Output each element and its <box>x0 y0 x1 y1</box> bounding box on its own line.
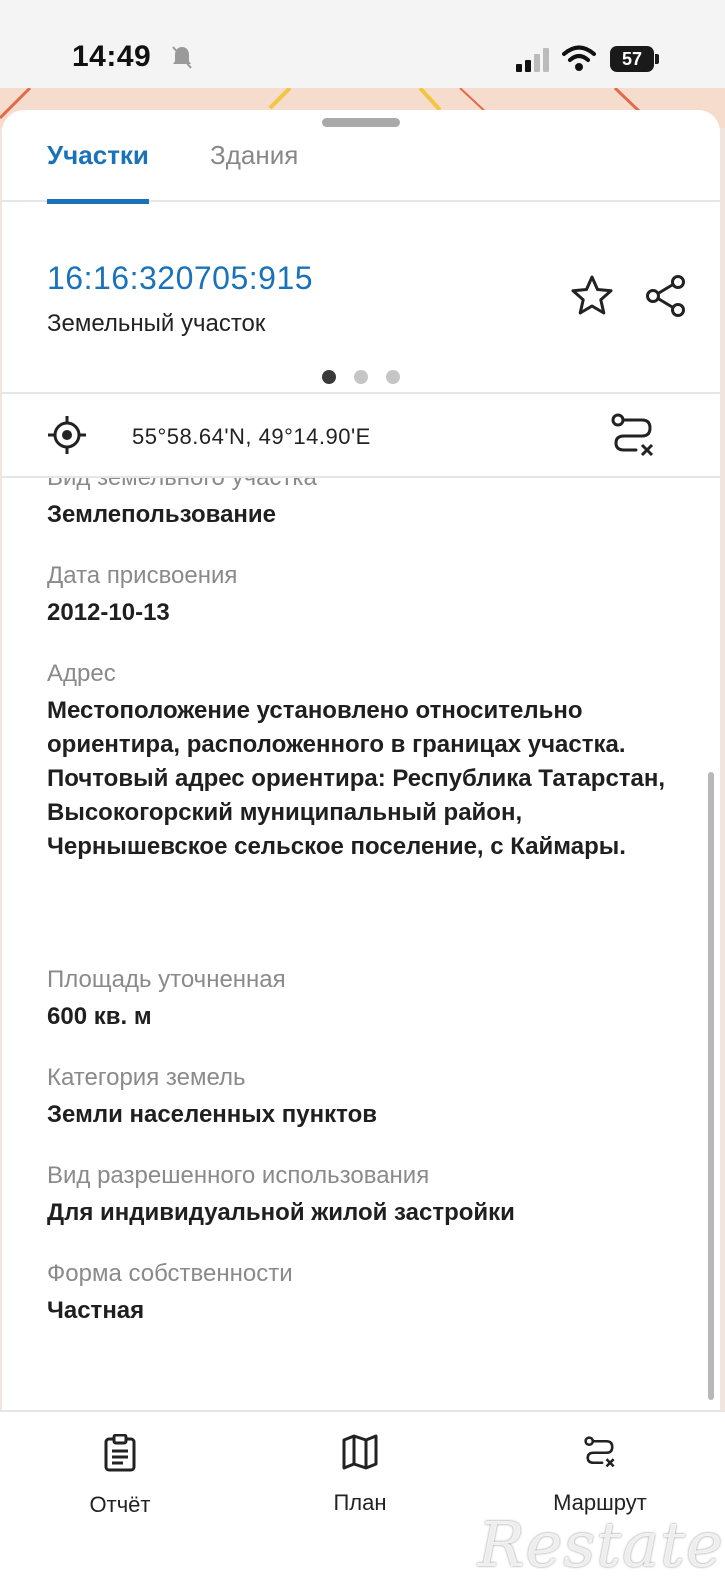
field-value: 600 кв. м <box>47 1003 152 1030</box>
battery-indicator: 57 <box>610 46 659 72</box>
field-label: Дата присвоения <box>47 562 238 589</box>
signal-icon <box>516 48 549 72</box>
parcel-header: 16:16:320705:915 Земельный участок <box>2 202 720 394</box>
field-value: Для индивидуальной жилой застройки <box>47 1199 515 1226</box>
field-land-category: Категория земель Земли населенных пункто… <box>47 1062 687 1132</box>
watermark-logo: Restate <box>478 1508 724 1580</box>
location-target-icon[interactable] <box>46 414 88 456</box>
share-icon[interactable] <box>642 272 690 320</box>
parcel-type: Земельный участок <box>47 310 266 337</box>
wifi-icon <box>562 45 596 71</box>
coordinates-text[interactable]: 55°58.64'N, 49°14.90'E <box>132 424 371 450</box>
bell-muted-icon <box>172 46 192 69</box>
tab-buildings[interactable]: Здания <box>210 140 298 199</box>
field-value: Земли населенных пунктов <box>47 1101 378 1128</box>
nav-route-button[interactable]: Маршрут <box>520 1434 680 1516</box>
field-value: 2012-10-13 <box>47 599 170 626</box>
status-bar: 14:49 57 <box>0 0 725 88</box>
nav-report-button[interactable]: Отчёт <box>40 1434 200 1518</box>
clipboard-icon <box>104 1434 136 1472</box>
carousel-dots <box>2 370 720 384</box>
tab-parcels[interactable]: Участки <box>47 140 149 204</box>
route-icon[interactable] <box>608 410 658 460</box>
status-time: 14:49 <box>72 40 152 73</box>
carousel-dot[interactable] <box>354 370 368 384</box>
field-land-kind: Вид земельного участка Землепользование <box>47 478 687 532</box>
favorite-star-icon[interactable] <box>568 272 616 320</box>
carousel-dot[interactable] <box>322 370 336 384</box>
field-label: Адрес <box>47 660 116 687</box>
scrollbar[interactable] <box>708 772 714 1400</box>
parcel-details[interactable]: Вид земельного участка Землепользование … <box>2 478 720 1410</box>
field-value: Местоположение установлено относительно … <box>47 697 666 860</box>
map-icon <box>342 1434 378 1470</box>
field-value: Частная <box>47 1297 145 1324</box>
nav-plan-button[interactable]: План <box>280 1434 440 1516</box>
field-label: Вид разрешенного использования <box>47 1162 430 1189</box>
field-ownership: Форма собственности Частная <box>47 1258 687 1328</box>
nav-plan-label: План <box>333 1490 387 1515</box>
field-label: Категория земель <box>47 1064 246 1091</box>
field-assigned-date: Дата присвоения 2012-10-13 <box>47 560 687 630</box>
field-label: Площадь уточненная <box>47 966 286 993</box>
field-value: Землепользование <box>47 501 277 528</box>
field-label: Форма собственности <box>47 1260 293 1287</box>
field-area: Площадь уточненная 600 кв. м <box>47 964 687 1034</box>
nav-report-label: Отчёт <box>89 1492 151 1517</box>
field-permitted-use: Вид разрешенного использования Для индив… <box>47 1160 687 1230</box>
info-sheet: Участки Здания 16:16:320705:915 Земельны… <box>2 110 720 1410</box>
tab-bar: Участки Здания <box>2 110 720 204</box>
cadastral-number[interactable]: 16:16:320705:915 <box>47 260 313 297</box>
field-label: Вид земельного участка <box>47 478 687 494</box>
coordinates-row: 55°58.64'N, 49°14.90'E <box>2 394 720 478</box>
route-icon <box>584 1436 615 1468</box>
battery-level: 57 <box>621 48 643 69</box>
carousel-dot[interactable] <box>386 370 400 384</box>
field-address: Адрес Местоположение установлено относит… <box>47 658 687 864</box>
